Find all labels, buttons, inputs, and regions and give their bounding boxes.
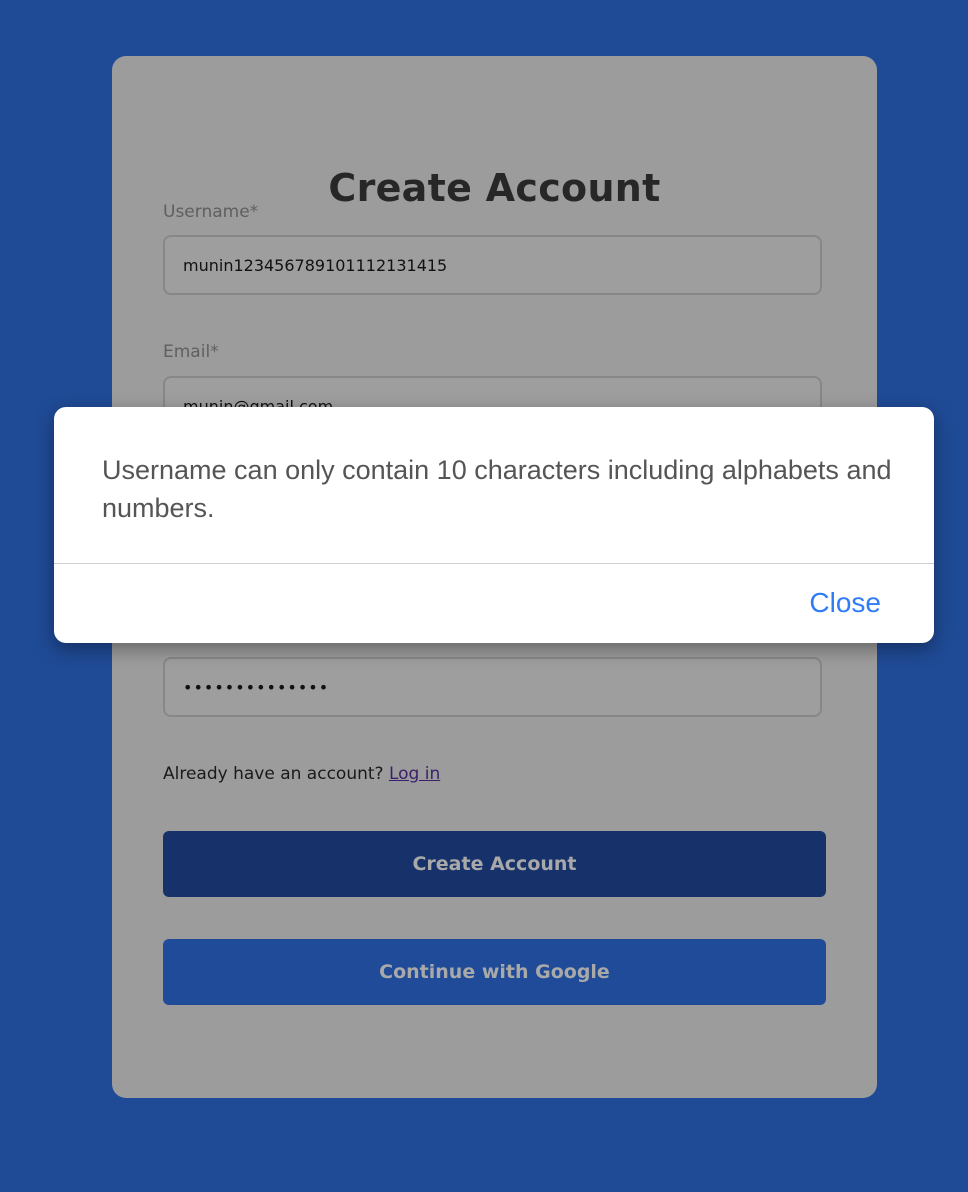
email-label: Email*: [163, 342, 219, 362]
create-account-button[interactable]: Create Account: [163, 831, 826, 897]
validation-alert-dialog: Username can only contain 10 characters …: [54, 407, 934, 643]
alert-divider: [54, 563, 934, 564]
alert-message: Username can only contain 10 characters …: [102, 455, 892, 523]
login-link[interactable]: Log in: [389, 764, 440, 784]
continue-with-google-button[interactable]: Continue with Google: [163, 939, 826, 1005]
close-button[interactable]: Close: [809, 587, 881, 619]
login-prompt-text: Already have an account?: [163, 764, 384, 784]
username-label: Username*: [163, 202, 259, 222]
username-input[interactable]: munin123456789101112131415: [163, 235, 822, 295]
login-prompt: Already have an account? Log in: [163, 764, 440, 784]
password-input[interactable]: ••••••••••••••: [163, 657, 822, 717]
